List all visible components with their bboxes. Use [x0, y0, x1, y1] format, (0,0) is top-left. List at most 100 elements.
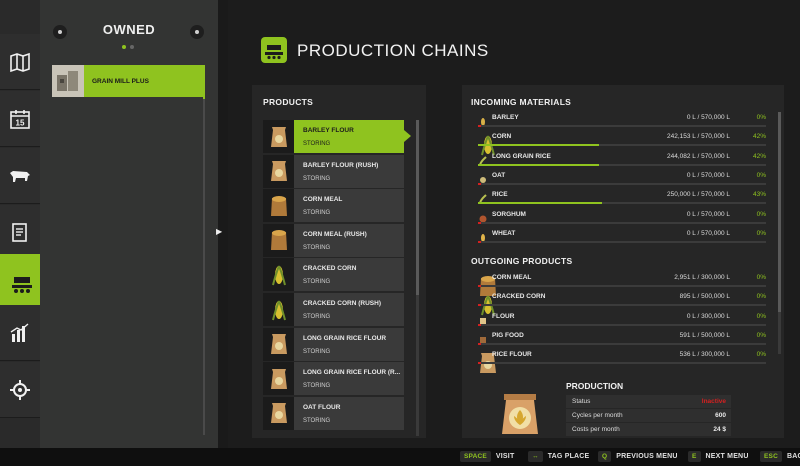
- calendar-day: 15: [16, 118, 25, 127]
- product-name: CRACKED CORN (RUSH): [303, 300, 381, 307]
- material-row: RICE FLOUR 536 L / 300,000 L 0%: [478, 350, 768, 374]
- material-row: CORN MEAL 2,951 L / 300,000 L 0%: [478, 273, 768, 296]
- owned-scrollbar[interactable]: [203, 65, 205, 435]
- flour-sack-icon: [263, 396, 294, 430]
- map-icon[interactable]: [0, 34, 40, 90]
- statistics-icon[interactable]: [0, 305, 40, 361]
- page-dot: [130, 45, 134, 49]
- status-label: Status: [572, 398, 591, 405]
- material-fill: [478, 163, 599, 166]
- product-row[interactable]: BARLEY FLOUR STORING: [263, 120, 411, 153]
- material-empty-marker: [478, 304, 481, 307]
- material-row: FLOUR 0 L / 300,000 L 0%: [478, 312, 768, 328]
- outgoing-header: OUTGOING PRODUCTS: [471, 256, 573, 266]
- hotkey-label: TAG PLACE: [547, 453, 590, 460]
- costs-label: Costs per month: [572, 426, 620, 433]
- product-state: STORING: [303, 348, 331, 355]
- product-row[interactable]: CORN MEAL (RUSH) STORING: [263, 223, 404, 257]
- material-amount: 0 L / 570,000 L: [686, 229, 730, 237]
- product-row[interactable]: CRACKED CORN STORING: [263, 258, 404, 292]
- production-header: PRODUCTION: [566, 381, 624, 391]
- product-row-body: CORN MEAL STORING: [294, 189, 404, 223]
- animals-icon[interactable]: [0, 148, 40, 204]
- production-icon[interactable]: [0, 254, 44, 312]
- hotkey-visit[interactable]: SPACE VISIT: [460, 451, 514, 462]
- materials-scrollbar-thumb[interactable]: [778, 112, 781, 312]
- flour-icon: [478, 313, 488, 325]
- meal-sack-icon: [478, 274, 496, 296]
- corn-icon: [263, 258, 294, 292]
- hotkey-key: ↔: [528, 451, 543, 462]
- hotkey-key: SPACE: [460, 451, 491, 462]
- contracts-icon-svg: [12, 222, 27, 242]
- material-percent: 0%: [756, 312, 766, 320]
- material-percent: 0%: [756, 171, 766, 179]
- material-percent: 0%: [756, 293, 766, 301]
- pig-food-icon: [478, 332, 488, 344]
- material-amount: 591 L / 500,000 L: [679, 331, 730, 339]
- hotkey-tag-place[interactable]: ↔ TAG PLACE: [528, 451, 589, 462]
- next-page-button[interactable]: [190, 25, 204, 39]
- cycles-label: Cycles per month: [572, 412, 623, 419]
- material-row: BARLEY 0 L / 570,000 L 0%: [478, 113, 768, 129]
- product-state: STORING: [303, 383, 331, 390]
- product-row-body: BARLEY FLOUR (RUSH) STORING: [294, 154, 404, 188]
- material-amount: 0 L / 570,000 L: [686, 210, 730, 218]
- sidebar-nav: 15: [0, 0, 44, 448]
- prev-page-button[interactable]: [53, 25, 67, 39]
- product-row[interactable]: LONG GRAIN RICE FLOUR (R... STORING: [263, 362, 404, 396]
- material-fill-bar: [478, 342, 766, 345]
- product-row[interactable]: LONG GRAIN RICE FLOUR STORING: [263, 327, 404, 361]
- hotkey-next-menu[interactable]: E NEXT MENU: [688, 451, 749, 462]
- product-row-body: CRACKED CORN STORING: [294, 258, 404, 292]
- material-amount: 242,153 L / 570,000 L: [666, 133, 730, 141]
- material-name: OAT: [492, 171, 506, 179]
- material-empty-marker: [478, 342, 481, 345]
- hotkey-bac[interactable]: ESC BAC: [760, 451, 800, 462]
- owned-item-grain-mill[interactable]: GRAIN MILL PLUS: [52, 65, 204, 97]
- product-name: BARLEY FLOUR: [303, 127, 354, 134]
- material-row: LONG GRAIN RICE 244,082 L / 570,000 L 42%: [478, 152, 768, 168]
- product-row[interactable]: OAT FLOUR STORING: [263, 396, 404, 430]
- material-percent: 42%: [752, 152, 766, 160]
- material-name: RICE FLOUR: [492, 351, 532, 359]
- hotkey-key: E: [688, 451, 701, 462]
- products-header: PRODUCTS: [263, 97, 314, 107]
- hotkey-label: BAC: [786, 453, 800, 460]
- rice-icon: [478, 191, 488, 204]
- product-state: STORING: [303, 175, 331, 182]
- cow-icon: [10, 170, 30, 182]
- contracts-icon[interactable]: [0, 205, 40, 261]
- material-percent: 0%: [756, 351, 766, 359]
- collapse-arrow-icon[interactable]: ▶: [216, 227, 224, 239]
- material-row: RICE 250,000 L / 570,000 L 43%: [478, 190, 768, 206]
- material-row: OAT 0 L / 570,000 L 0%: [478, 171, 768, 187]
- material-amount: 0 L / 300,000 L: [686, 312, 730, 320]
- material-empty-marker: [478, 323, 481, 326]
- material-row: SORGHUM 0 L / 570,000 L 0%: [478, 210, 768, 226]
- material-percent: 0%: [756, 210, 766, 218]
- product-row[interactable]: CORN MEAL STORING: [263, 189, 404, 223]
- calendar-icon[interactable]: 15: [0, 91, 40, 147]
- material-empty-marker: [478, 182, 481, 185]
- material-percent: 0%: [756, 274, 766, 281]
- material-percent: 0%: [756, 114, 766, 121]
- page-dot-active: [122, 45, 126, 49]
- material-fill-bar: [478, 182, 766, 185]
- flour-sack-icon: [478, 351, 496, 374]
- settings-icon[interactable]: [0, 362, 40, 418]
- flour-sack-icon: [494, 388, 546, 440]
- product-row[interactable]: BARLEY FLOUR (RUSH) STORING: [263, 154, 404, 188]
- product-row[interactable]: CRACKED CORN (RUSH) STORING: [263, 293, 404, 326]
- owned-scrollbar-thumb[interactable]: [203, 65, 205, 99]
- products-scrollbar-thumb[interactable]: [416, 120, 419, 295]
- product-name: CRACKED CORN: [303, 265, 357, 273]
- hotkey-key: ESC: [760, 451, 782, 462]
- flour-sack-icon: [263, 327, 294, 361]
- hotkey-previous-menu[interactable]: Q PREVIOUS MENU: [598, 451, 678, 462]
- costs-value: 24 $: [713, 426, 726, 433]
- hotkey-label: PREVIOUS MENU: [616, 453, 678, 460]
- flour-sack-icon: [263, 120, 294, 153]
- material-row: CRACKED CORN 895 L / 500,000 L 0%: [478, 292, 768, 316]
- material-amount: 2,951 L / 300,000 L: [674, 274, 730, 281]
